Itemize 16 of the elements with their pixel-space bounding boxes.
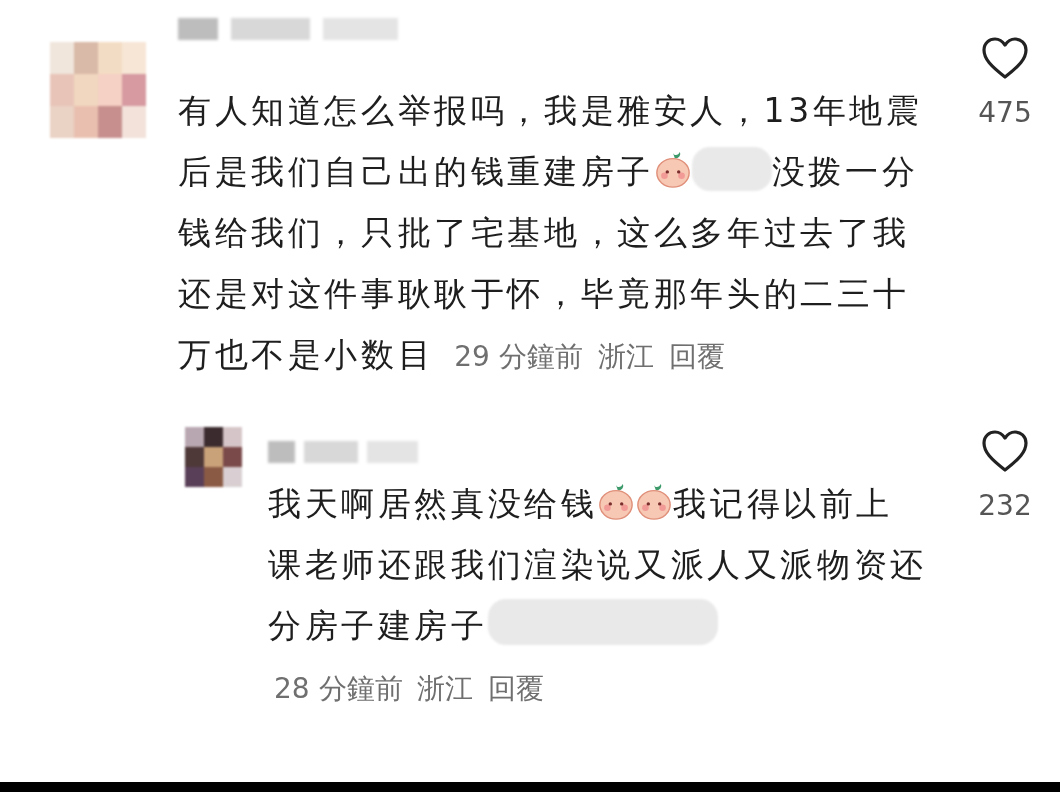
comment-location: 浙江 <box>417 672 474 705</box>
comment-text: 有人知道怎么举报吗，我是雅安人，13年地震后是我们自己出的钱重建房子 没拨一分钱给我们，只批了宅基地，这么多年过去了我还是对这件事耿耿于怀，毕竟那年头的二三十万也不是小数目 29 分鐘前 浙江 回覆 <box>178 90 923 376</box>
heart-icon[interactable] <box>981 36 1029 80</box>
heart-icon[interactable] <box>981 429 1029 473</box>
avatar[interactable] <box>185 427 242 487</box>
comment-location: 浙江 <box>597 340 654 373</box>
reply-link[interactable]: 回覆 <box>488 672 545 705</box>
like-count: 232 <box>978 489 1032 522</box>
reply-link[interactable]: 回覆 <box>668 340 725 373</box>
bun-emoji-icon <box>635 483 674 521</box>
bun-emoji-icon <box>653 151 692 189</box>
like-count: 475 <box>978 96 1032 129</box>
comment-text: 我天啊居然真没给钱 我记得以前上课老师还跟我们渲染说又派人又派物资还分房子建房子 28 分鐘前 浙江 回覆 <box>268 482 928 707</box>
comment-time: 29 分鐘前 <box>454 340 583 373</box>
comment-time: 28 分鐘前 <box>274 672 403 705</box>
bun-emoji-icon <box>597 483 636 521</box>
